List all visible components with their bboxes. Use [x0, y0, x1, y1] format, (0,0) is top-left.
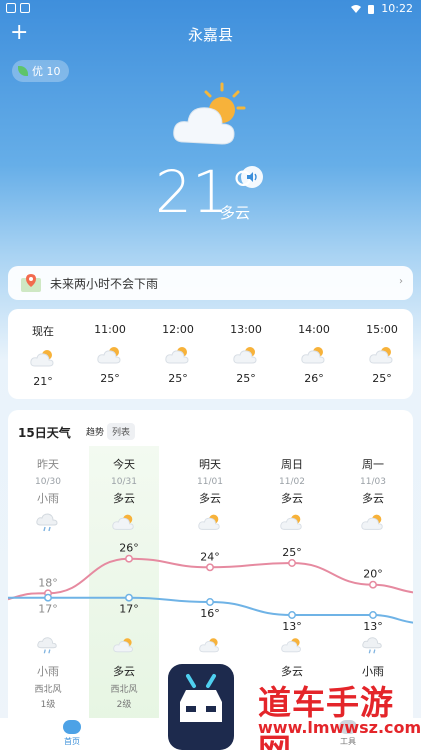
watermark-text: 道车手游网 [258, 683, 394, 750]
night-column [180, 635, 240, 663]
high-temp-point [125, 554, 133, 563]
day-column[interactable]: 周一 11/03 多云 [343, 456, 403, 532]
night-column: 小雨 西北风 1级 [18, 635, 78, 710]
day-column[interactable]: 周日 11/02 多云 [262, 456, 322, 532]
high-temp-label: 24° [200, 550, 220, 563]
hour-item: 现在 21° [30, 325, 54, 388]
low-temp-point [288, 611, 296, 619]
partly-cloudy-icon [173, 82, 246, 145]
low-temp-point [369, 611, 377, 619]
partly-cloudy-icon [301, 347, 325, 364]
light-rain-icon [36, 513, 58, 532]
day-column[interactable]: 明天 11/01 多云 [180, 456, 240, 532]
high-temp-label: 18° [38, 576, 58, 589]
day-column[interactable]: 昨天 10/30 小雨 [18, 456, 78, 532]
map-pin-icon [21, 274, 41, 292]
light-rain-icon [362, 637, 382, 654]
partly-cloudy-icon [369, 347, 393, 364]
cloud-icon [63, 720, 81, 734]
partly-cloudy-icon [112, 514, 134, 530]
hour-item: 12:00 25° [162, 323, 194, 385]
top-bar: + 永嘉县 [0, 22, 421, 46]
leaf-icon [18, 66, 28, 76]
partly-cloudy-icon [97, 347, 121, 364]
partly-cloudy-icon [233, 347, 257, 364]
low-temp-point [125, 593, 133, 602]
aqi-label: 优 10 [32, 65, 61, 78]
hour-item: 15:00 25° [366, 323, 398, 385]
partly-cloudy-icon [198, 514, 220, 530]
hour-item: 11:00 25° [94, 323, 126, 385]
speaker-icon [247, 172, 257, 182]
status-right: 10:22 [351, 2, 413, 15]
day-column[interactable]: 今天 10/31 多云 [94, 456, 154, 532]
chevron-right-icon: › [399, 276, 403, 287]
battery-icon [368, 4, 375, 14]
rain-forecast-banner[interactable]: 未来两小时不会下雨 › [8, 266, 413, 300]
high-temp-point [206, 563, 214, 572]
city-title[interactable]: 永嘉县 [0, 24, 421, 45]
low-temp-point [44, 593, 52, 602]
high-temp-point [369, 580, 377, 589]
nav-home[interactable]: 首页 [52, 720, 92, 747]
partly-cloudy-night-icon [113, 638, 133, 653]
low-temp-label: 13° [363, 620, 383, 630]
notification-icon [6, 3, 16, 13]
watermark-logo [168, 664, 234, 750]
partly-cloudy-night-icon [281, 638, 301, 653]
watermark-url: www.lmwwsz.com [258, 718, 421, 737]
low-temp-label: 17° [38, 603, 58, 616]
partly-cloudy-night-icon [199, 638, 219, 653]
night-column: 多云 西北风 2级 [94, 635, 154, 710]
night-column: 小雨 [343, 635, 403, 679]
high-temp-label: 20° [363, 568, 383, 581]
high-temp-label: 26° [119, 542, 139, 555]
low-temp-label: 16° [200, 607, 220, 620]
tab-list[interactable]: 列表 [107, 423, 136, 440]
partly-cloudy-icon [361, 514, 383, 530]
hourly-forecast[interactable]: 现在 21° 11:00 25° 12:00 25° 13:00 25° 14:… [8, 309, 413, 399]
partly-cloudy-icon [165, 347, 189, 364]
hour-item: 14:00 26° [298, 323, 330, 385]
wifi-icon [351, 4, 362, 13]
temperature-trend-chart: 18° 26° 24° 25° 20° 17° 17° 16° 13° 13° [8, 542, 413, 630]
high-temp-point [288, 559, 296, 567]
high-temp-label: 25° [282, 546, 302, 559]
status-time: 10:22 [381, 2, 413, 15]
low-temp-label: 17° [119, 603, 139, 616]
voice-broadcast-button[interactable] [241, 166, 263, 188]
status-bar: 10:22 [0, 0, 421, 18]
partly-cloudy-icon [30, 350, 54, 367]
night-column: 多云 [262, 635, 322, 679]
hour-item: 13:00 25° [230, 323, 262, 385]
rain-forecast-text: 未来两小时不会下雨 [50, 276, 159, 291]
tab-trend[interactable]: 趋势 [82, 423, 108, 440]
low-temp-label: 13° [282, 620, 302, 630]
current-condition: 多云 [220, 204, 251, 222]
light-rain-icon [37, 637, 57, 654]
notification-icon [20, 3, 30, 13]
partly-cloudy-icon [280, 514, 302, 530]
status-notifications [6, 3, 30, 13]
car-logo-icon [180, 674, 222, 722]
aqi-badge[interactable]: 优 10 [12, 60, 69, 82]
daily-title: 15日天气 [18, 426, 71, 440]
low-temp-point [206, 598, 214, 606]
